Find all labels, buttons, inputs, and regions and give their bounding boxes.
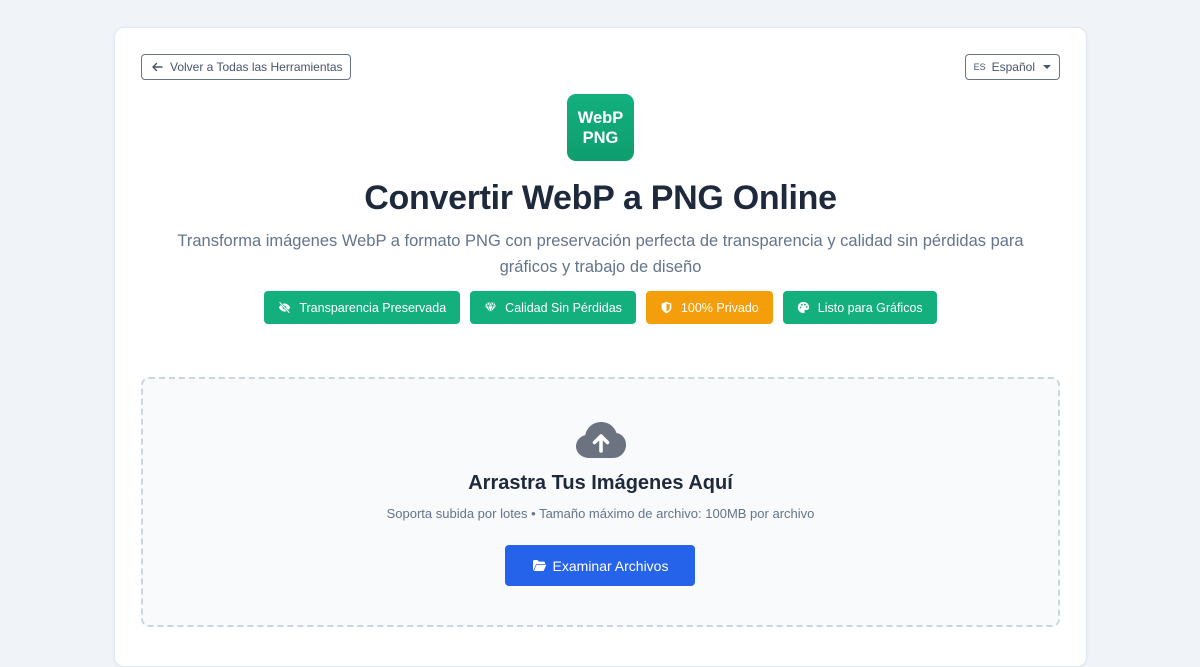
badge-label: Transparencia Preservada [299, 300, 447, 315]
app-logo: WebP PNG [567, 94, 634, 161]
badge-label: Calidad Sin Pérdidas [505, 300, 622, 315]
main-card: Volver a Todas las Herramientas ES Españ… [114, 27, 1087, 667]
browse-button-label: Examinar Archivos [552, 557, 669, 574]
language-selector[interactable]: ES Español [964, 54, 1060, 80]
dropzone-title: Arrastra Tus Imágenes Aquí [468, 472, 733, 494]
gem-icon [484, 302, 497, 314]
browse-files-button[interactable]: Examinar Archivos [505, 545, 695, 586]
dropzone-subtitle: Soporta subida por lotes • Tamaño máximo… [386, 506, 815, 521]
badge-transparency: Transparencia Preservada [264, 291, 461, 324]
badge-label: 100% Privado [680, 300, 759, 315]
shield-icon [661, 301, 672, 314]
folder-open-icon [532, 560, 546, 571]
logo-line-1: WebP [577, 108, 624, 127]
chevron-down-icon [1043, 65, 1051, 69]
logo-line-2: PNG [582, 128, 619, 147]
back-to-tools-button[interactable]: Volver a Todas las Herramientas [141, 54, 351, 80]
badge-label: Listo para Gráficos [817, 300, 923, 315]
language-code: ES [973, 62, 986, 72]
palette-icon [797, 301, 809, 314]
back-button-label: Volver a Todas las Herramientas [170, 60, 343, 74]
language-label: Español [991, 60, 1035, 74]
eye-slash-icon [279, 301, 291, 314]
arrow-left-icon [152, 62, 163, 72]
badge-private: 100% Privado [645, 291, 773, 324]
page-subtitle: Transforma imágenes WebP a formato PNG c… [177, 232, 1024, 276]
upload-dropzone[interactable]: Arrastra Tus Imágenes Aquí Soporta subid… [141, 377, 1060, 627]
badge-lossless: Calidad Sin Pérdidas [470, 291, 636, 324]
cloud-upload-icon [576, 422, 626, 458]
badge-graphics: Listo para Gráficos [782, 291, 937, 324]
feature-badges: Transparencia Preservada Calidad Sin Pér… [115, 291, 1086, 324]
page-title: Convertir WebP a PNG Online [364, 179, 837, 217]
